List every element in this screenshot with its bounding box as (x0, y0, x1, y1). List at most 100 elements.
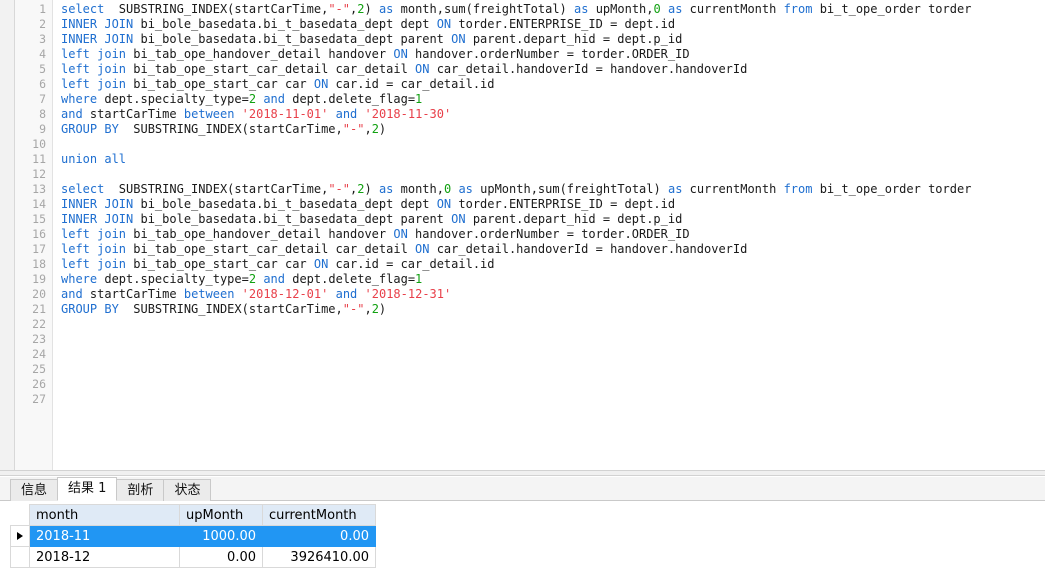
code-token-plain: SUBSTRING_INDEX(startCarTime, (104, 182, 329, 196)
code-token-kw: INNER JOIN (61, 197, 134, 211)
code-token-plain: currentMonth (682, 182, 784, 196)
code-token-kw: left join (61, 47, 127, 61)
table-row[interactable]: 2018-11 1000.00 0.00 (10, 525, 376, 547)
line-number: 3 (39, 32, 46, 46)
code-token-plain: bi_tab_ope_handover_detail handover (126, 227, 394, 241)
grid-cell[interactable]: 0.00 (179, 546, 263, 568)
code-line[interactable]: GROUP BY SUBSTRING_INDEX(startCarTime,"-… (61, 302, 1045, 317)
code-line[interactable]: INNER JOIN bi_bole_basedata.bi_t_basedat… (61, 212, 1045, 227)
code-token-kw: as (574, 2, 589, 16)
results-tab[interactable]: 结果 1 (57, 477, 118, 501)
code-token-kw: as (667, 182, 683, 196)
code-line[interactable] (61, 362, 1045, 377)
sql-code-area[interactable]: select SUBSTRING_INDEX(startCarTime,"-",… (53, 0, 1045, 470)
results-tab[interactable]: 剖析 (116, 479, 165, 501)
code-token-str: '2018-12-01' (241, 287, 329, 301)
code-line[interactable]: where dept.specialty_type=2 and dept.del… (61, 272, 1045, 287)
grid-cell[interactable]: 2018-12 (29, 546, 180, 568)
line-number: 5 (39, 62, 46, 76)
code-line[interactable] (61, 137, 1045, 152)
code-token-str: "-" (328, 182, 351, 196)
code-token-plain: dept.specialty_type= (97, 92, 249, 106)
grid-cell[interactable]: 2018-11 (29, 525, 180, 547)
code-line[interactable]: left join bi_tab_ope_start_car car ON ca… (61, 257, 1045, 272)
grid-body[interactable]: 2018-11 1000.00 0.00 2018-12 0.00 3926410.00 (10, 525, 376, 568)
code-token-plain: dept.delete_flag= (285, 272, 416, 286)
code-line[interactable] (61, 392, 1045, 407)
code-token-kw: left join (61, 242, 127, 256)
code-line[interactable]: INNER JOIN bi_bole_basedata.bi_t_basedat… (61, 197, 1045, 212)
code-line[interactable]: INNER JOIN bi_bole_basedata.bi_t_basedat… (61, 17, 1045, 32)
line-number: 6 (39, 77, 46, 91)
grid-column-header[interactable]: currentMonth (262, 504, 376, 526)
line-number: 1 (39, 2, 46, 16)
editor-left-margin-strip (0, 0, 15, 470)
code-line[interactable]: select SUBSTRING_INDEX(startCarTime,"-",… (61, 2, 1045, 17)
code-token-kw: ON (313, 77, 329, 91)
code-token-kw: from (783, 182, 813, 196)
code-token-kw: ON (436, 17, 452, 31)
code-token-kw: as (378, 182, 394, 196)
code-line[interactable]: left join bi_tab_ope_handover_detail han… (61, 227, 1045, 242)
code-line[interactable]: left join bi_tab_ope_start_car car ON ca… (61, 77, 1045, 92)
grid-cell[interactable]: 0.00 (262, 525, 376, 547)
results-tab[interactable]: 信息 (10, 479, 59, 501)
code-token-kw: select (61, 2, 105, 16)
code-line[interactable] (61, 347, 1045, 362)
code-line[interactable]: left join bi_tab_ope_start_car_detail ca… (61, 62, 1045, 77)
line-number: 16 (32, 227, 46, 241)
code-line[interactable]: GROUP BY SUBSTRING_INDEX(startCarTime,"-… (61, 122, 1045, 137)
code-line[interactable] (61, 317, 1045, 332)
code-token-plain: bi_tab_ope_start_car car (126, 77, 314, 91)
code-line[interactable] (61, 332, 1045, 347)
grid-head: month upMonth currentMonth (10, 504, 376, 526)
row-indicator-cell[interactable] (10, 525, 30, 547)
result-grid[interactable]: month upMonth currentMonth 2018-11 1000.00 0… (10, 504, 376, 568)
code-line[interactable]: and startCarTime between '2018-11-01' an… (61, 107, 1045, 122)
code-token-kw: GROUP BY (61, 302, 119, 316)
code-line[interactable] (61, 167, 1045, 182)
code-token-plain: handover.orderNumber = torder.ORDER_ID (407, 47, 690, 61)
table-row[interactable]: 2018-12 0.00 3926410.00 (10, 546, 376, 568)
line-number: 14 (32, 197, 46, 211)
code-token-kw: INNER JOIN (61, 32, 134, 46)
grid-column-header[interactable]: upMonth (179, 504, 263, 526)
grid-column-header[interactable]: month (29, 504, 180, 526)
code-line[interactable]: left join bi_tab_ope_handover_detail han… (61, 47, 1045, 62)
code-token-plain: parent.depart_hid = dept.p_id (465, 212, 683, 226)
line-number: 24 (32, 347, 46, 361)
grid-cell[interactable]: 3926410.00 (262, 546, 376, 568)
code-token-kw: select (61, 182, 105, 196)
code-token-plain: bi_tab_ope_handover_detail handover (126, 47, 394, 61)
row-indicator-cell[interactable] (10, 546, 30, 568)
code-token-plain: bi_tab_ope_start_car_detail car_detail (126, 62, 416, 76)
code-line[interactable] (61, 377, 1045, 392)
code-token-plain: bi_tab_ope_start_car_detail car_detail (126, 242, 416, 256)
code-token-kw: INNER JOIN (61, 212, 134, 226)
results-tabstrip[interactable]: 信息 结果 1 剖析 状态 (0, 477, 1045, 501)
code-line[interactable]: left join bi_tab_ope_start_car_detail ca… (61, 242, 1045, 257)
code-token-kw: as (458, 182, 473, 196)
grid-cell[interactable]: 1000.00 (179, 525, 263, 547)
code-line[interactable]: and startCarTime between '2018-12-01' an… (61, 287, 1045, 302)
code-token-plain: SUBSTRING_INDEX(startCarTime, (118, 122, 343, 136)
code-token-kw: as (667, 2, 683, 16)
code-token-plain: bi_t_ope_order torder (812, 2, 972, 16)
line-number: 8 (39, 107, 46, 121)
code-line[interactable]: select SUBSTRING_INDEX(startCarTime,"-",… (61, 182, 1045, 197)
code-line[interactable]: where dept.specialty_type=2 and dept.del… (61, 92, 1045, 107)
sql-editor-pane[interactable]: 1 2 3 4 5 6 7 8 9 10 11 12 13 14 15 16 17 18 19 20 21 22 23 24 2… (0, 0, 1045, 470)
results-tab[interactable]: 状态 (163, 479, 212, 501)
code-token-kw: ON (393, 227, 408, 241)
code-token-plain: month,sum(freightTotal) (393, 2, 575, 16)
code-line[interactable]: INNER JOIN bi_bole_basedata.bi_t_basedat… (61, 32, 1045, 47)
code-token-plain: parent.depart_hid = dept.p_id (465, 32, 683, 46)
code-line[interactable]: union all (61, 152, 1045, 167)
code-token-kw: between (183, 287, 235, 301)
result-grid-container[interactable]: month upMonth currentMonth 2018-11 1000.00 0… (0, 501, 1045, 580)
sql-client-window: 1 2 3 4 5 6 7 8 9 10 11 12 13 14 15 16 17 18 19 20 21 22 23 24 2… (0, 0, 1045, 580)
line-number: 26 (32, 377, 46, 391)
